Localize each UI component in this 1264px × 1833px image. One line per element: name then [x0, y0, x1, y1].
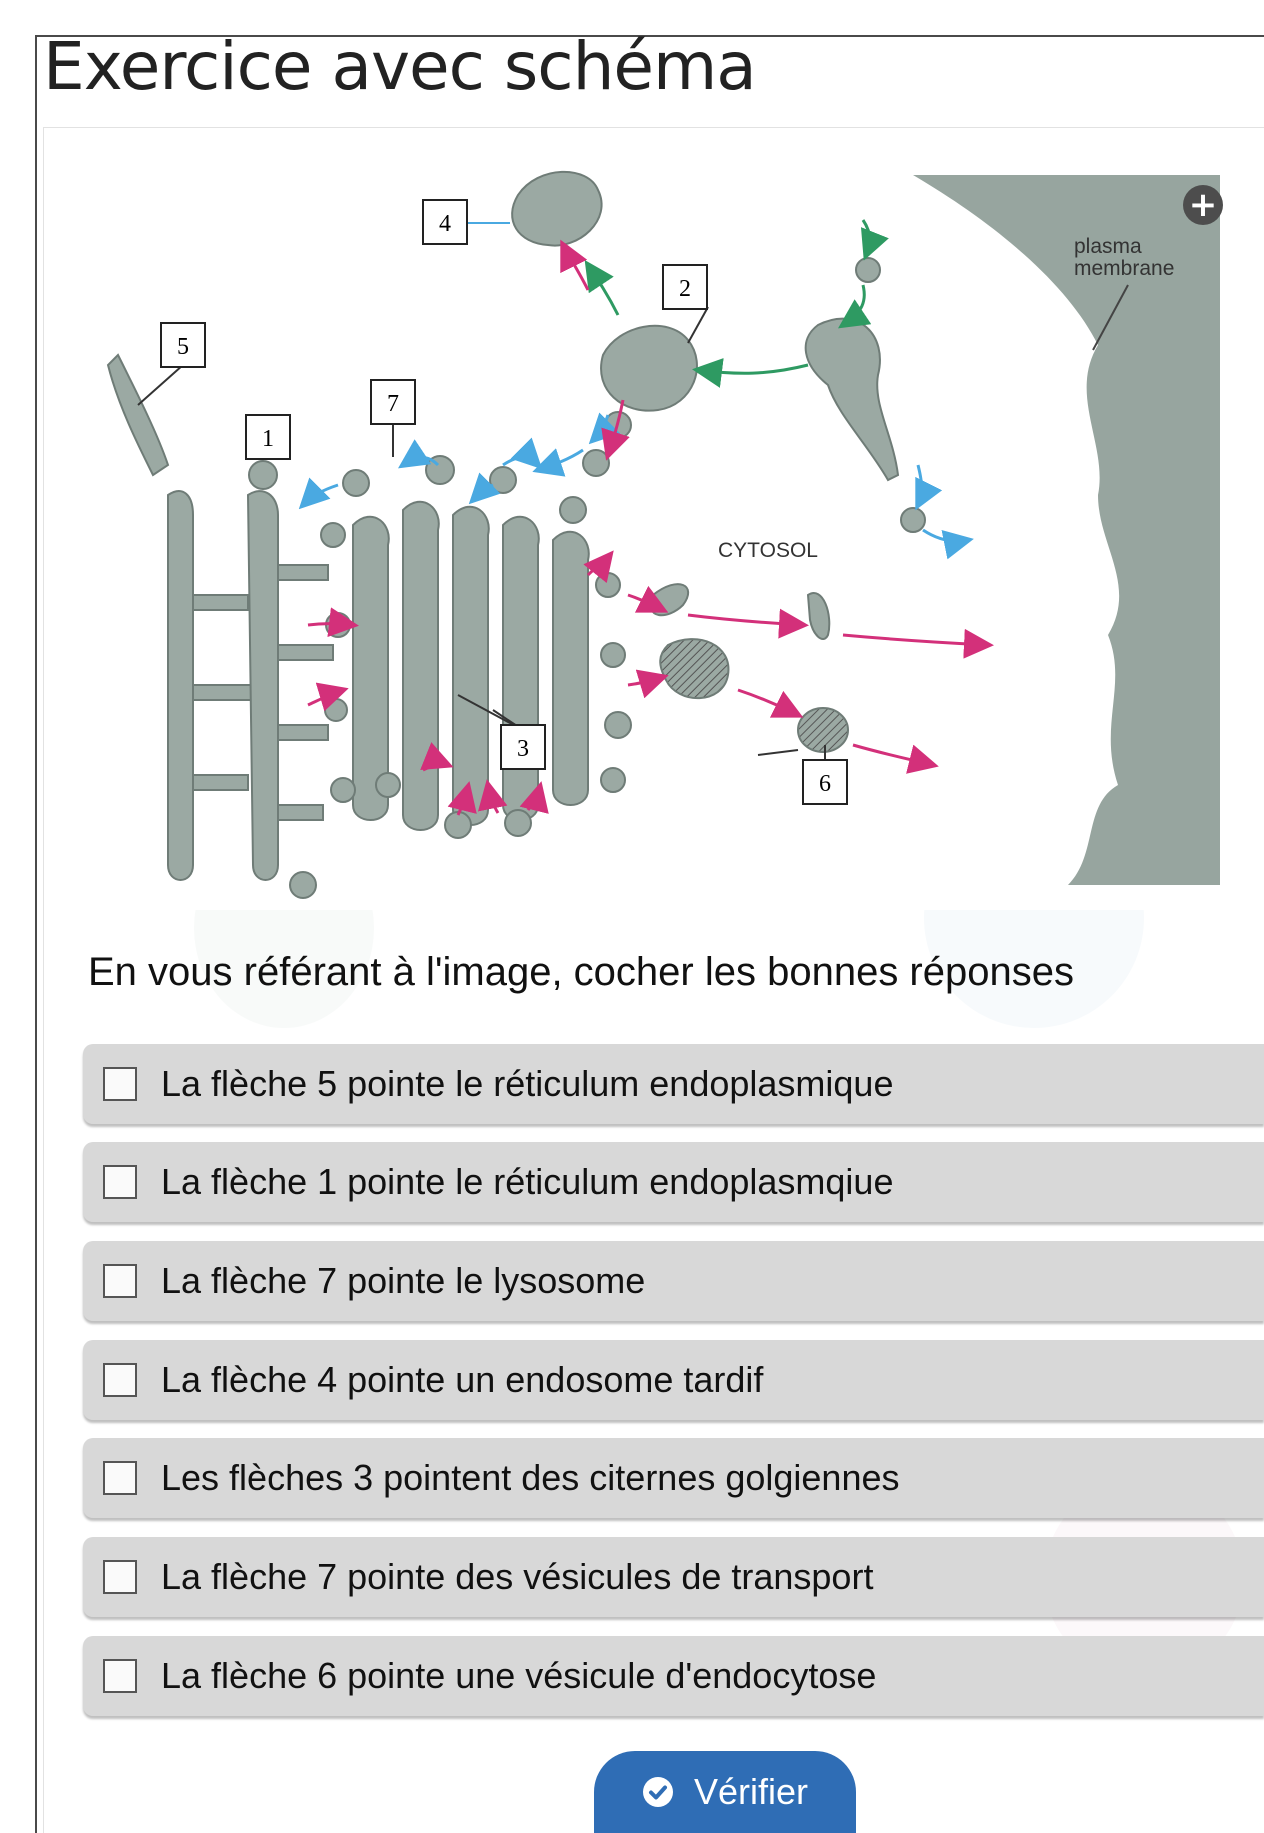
answer-checkbox[interactable] — [103, 1067, 137, 1101]
answer-checkbox[interactable] — [103, 1659, 137, 1693]
callout-box-3: 3 — [500, 724, 546, 770]
svg-text:6: 6 — [819, 771, 831, 797]
callout-box-2: 2 — [662, 264, 708, 310]
answer-option[interactable]: Les flèches 3 pointent des citernes golg… — [83, 1438, 1264, 1518]
svg-text:1: 1 — [262, 426, 274, 452]
answer-label: La flèche 6 pointe une vésicule d'endocy… — [161, 1655, 877, 1696]
check-circle-icon — [642, 1777, 673, 1807]
callout-box-1: 1 — [245, 414, 291, 460]
verify-label: Vérifier — [693, 1771, 809, 1812]
early-endosome-vesicle — [855, 257, 881, 283]
answer-label: La flèche 5 pointe le réticulum endoplas… — [161, 1063, 894, 1104]
answer-option[interactable]: La flèche 6 pointe une vésicule d'endocy… — [83, 1636, 1264, 1716]
answer-checkbox[interactable] — [103, 1264, 137, 1298]
zoom-button[interactable]: + — [1183, 185, 1223, 225]
callout-box-4: 4 — [422, 199, 468, 245]
answer-label: La flèche 4 pointe un endosome tardif — [161, 1359, 764, 1400]
svg-text:7: 7 — [387, 391, 399, 417]
cell-diagram: plasma membrane CYTOSOL 4 2 5 7 1 3 6 — [98, 165, 1240, 910]
answer-label: La flèche 7 pointe le lysosome — [161, 1260, 646, 1301]
answer-label: La flèche 7 pointe des vésicules de tran… — [161, 1556, 874, 1597]
verify-button[interactable]: Vérifier — [594, 1751, 856, 1833]
answer-checkbox[interactable] — [103, 1461, 137, 1495]
page-title: Exercice avec schéma — [43, 28, 757, 105]
answer-checkbox[interactable] — [103, 1363, 137, 1397]
callout-box-6: 6 — [802, 759, 848, 805]
secretory-vesicle — [797, 707, 849, 753]
answer-option[interactable]: La flèche 7 pointe le lysosome — [83, 1241, 1264, 1321]
plasma-membrane-label: membrane — [1074, 257, 1174, 280]
answer-label: La flèche 1 pointe le réticulum endoplas… — [161, 1161, 894, 1202]
svg-text:4: 4 — [439, 211, 451, 237]
callout-box-7: 7 — [370, 379, 416, 425]
answer-option[interactable]: La flèche 4 pointe un endosome tardif — [83, 1340, 1264, 1420]
answer-option[interactable]: La flèche 5 pointe le réticulum endoplas… — [83, 1044, 1264, 1124]
answer-checkbox[interactable] — [103, 1165, 137, 1199]
svg-text:3: 3 — [517, 736, 529, 762]
answer-option[interactable]: La flèche 1 pointe le réticulum endoplas… — [83, 1142, 1264, 1222]
answer-label: Les flèches 3 pointent des citernes golg… — [161, 1457, 900, 1498]
answer-option[interactable]: La flèche 7 pointe des vésicules de tran… — [83, 1537, 1264, 1617]
plasma-membrane-label: plasma — [1074, 235, 1142, 258]
plus-icon: + — [1188, 185, 1218, 225]
answer-checkbox[interactable] — [103, 1560, 137, 1594]
svg-text:2: 2 — [679, 276, 691, 302]
question-text: En vous référant à l'image, cocher les b… — [88, 950, 1074, 994]
cytosol-label: CYTOSOL — [718, 539, 818, 562]
svg-text:5: 5 — [177, 334, 189, 360]
late-endosome — [600, 324, 698, 412]
callout-box-5: 5 — [160, 322, 206, 368]
